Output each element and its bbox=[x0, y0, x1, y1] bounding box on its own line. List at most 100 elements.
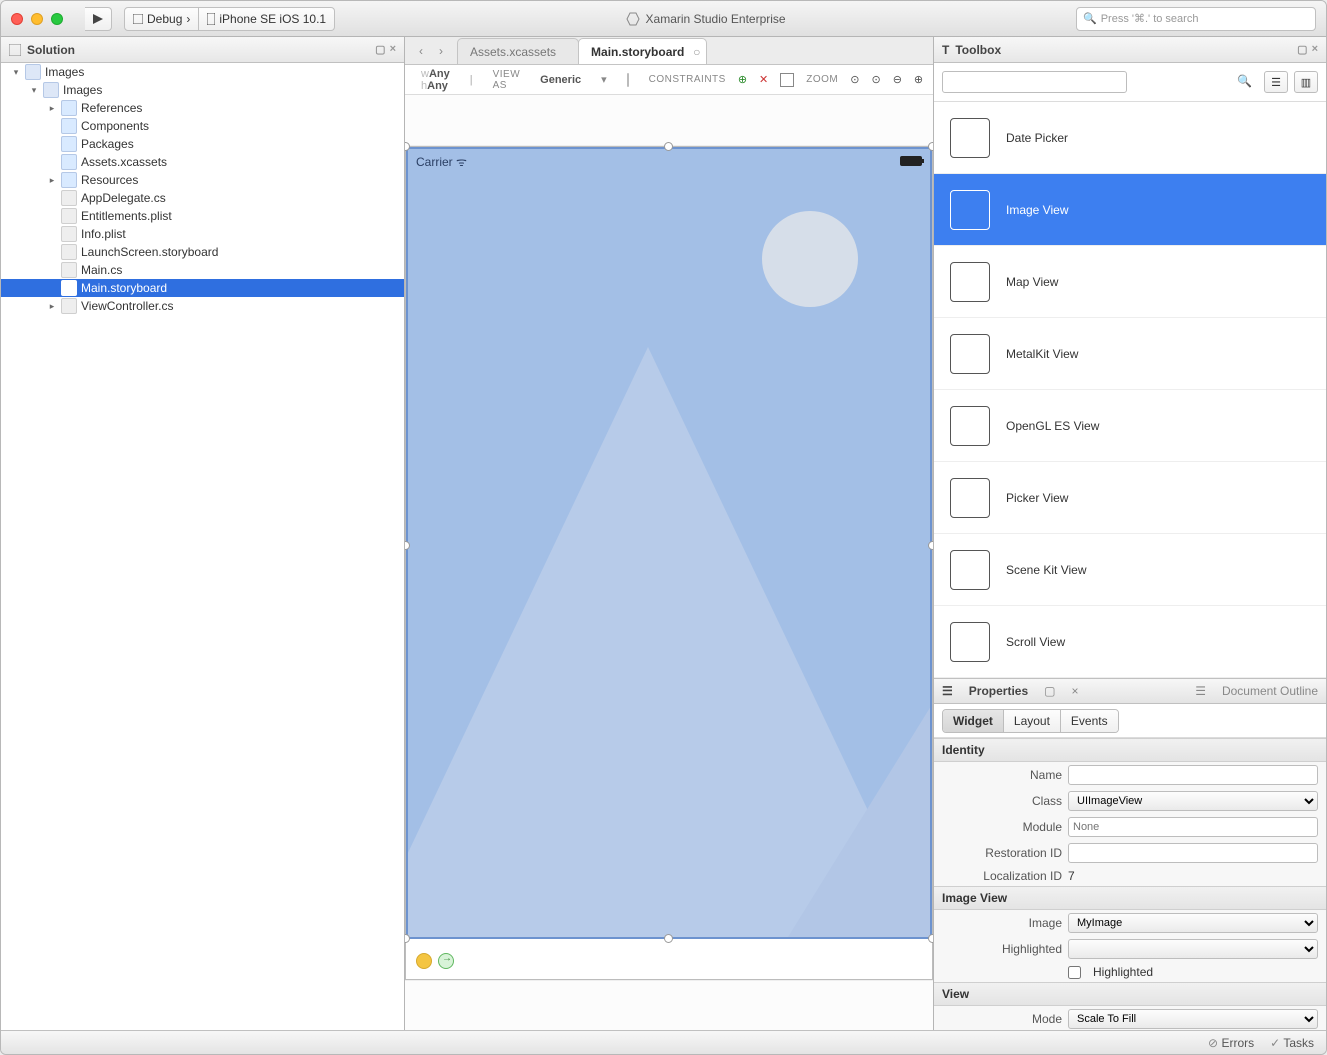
size-class-label[interactable]: wAny hAny bbox=[421, 68, 450, 92]
solution-icon bbox=[9, 44, 21, 56]
toolbox-header: T Toolbox ▢ × bbox=[934, 37, 1326, 63]
tree-item[interactable]: Components bbox=[1, 117, 404, 135]
tree-item[interactable]: LaunchScreen.storyboard bbox=[1, 243, 404, 261]
toolbox-item[interactable]: OpenGL ES View bbox=[934, 390, 1326, 462]
tree-item[interactable]: ▸References bbox=[1, 99, 404, 117]
toolbox-item[interactable]: Scroll View bbox=[934, 606, 1326, 678]
window-icon bbox=[133, 14, 143, 24]
module-input[interactable] bbox=[1068, 817, 1318, 837]
restoration-id-input[interactable] bbox=[1068, 843, 1318, 863]
image-view-widget[interactable]: Carrier ᯤ bbox=[406, 147, 932, 939]
exit-segue-icon[interactable] bbox=[438, 953, 454, 969]
pad-close-button[interactable]: × bbox=[1071, 684, 1078, 698]
toolbox-item[interactable]: Scene Kit View bbox=[934, 534, 1326, 606]
toolbox-item[interactable]: Picker View bbox=[934, 462, 1326, 534]
toolbox-search-input[interactable] bbox=[942, 71, 1127, 93]
minimize-window-button[interactable] bbox=[31, 13, 43, 25]
zoom-label: ZOOM bbox=[806, 74, 838, 85]
chevron-down-icon: ▾ bbox=[601, 73, 607, 86]
pad-close-button[interactable]: × bbox=[390, 43, 396, 56]
tree-item[interactable]: Main.storyboard bbox=[1, 279, 404, 297]
view-as-selector[interactable]: Generic bbox=[540, 74, 581, 86]
tree-item[interactable]: Main.cs bbox=[1, 261, 404, 279]
highlighted-checkbox[interactable] bbox=[1068, 966, 1081, 979]
mode-select[interactable]: Scale To Fill bbox=[1068, 1009, 1318, 1029]
view-controller-icon[interactable] bbox=[416, 953, 432, 969]
editor-tab[interactable]: Main.storyboard○ bbox=[578, 38, 707, 64]
properties-icon: ☰ bbox=[942, 684, 953, 698]
designer-canvas[interactable]: Carrier ᯤ bbox=[405, 95, 933, 1030]
tree-item[interactable]: Entitlements.plist bbox=[1, 207, 404, 225]
properties-tab-widget[interactable]: Widget bbox=[943, 710, 1003, 732]
pad-autohide-button[interactable]: ▢ bbox=[375, 43, 385, 56]
placeholder-moon bbox=[762, 211, 858, 307]
tree-item[interactable]: ▾Images bbox=[1, 63, 404, 81]
errors-pad-button[interactable]: ⊘ Errors bbox=[1208, 1036, 1254, 1050]
close-window-button[interactable] bbox=[11, 13, 23, 25]
tree-item[interactable]: Info.plist bbox=[1, 225, 404, 243]
status-bar-bottom: ⊘ Errors ✓ Tasks bbox=[1, 1030, 1326, 1054]
metal-icon bbox=[950, 334, 990, 374]
localization-id-value: 7 bbox=[1068, 869, 1318, 883]
editor-tab[interactable]: Assets.xcassets bbox=[457, 38, 579, 64]
opengl-icon bbox=[950, 406, 990, 446]
tree-item[interactable]: Assets.xcassets bbox=[1, 153, 404, 171]
clear-constraints-button[interactable]: ✕ bbox=[759, 73, 768, 86]
class-select[interactable]: UIImageView bbox=[1068, 791, 1318, 811]
editor-area: ‹ › Assets.xcassetsMain.storyboard○ wAny… bbox=[405, 37, 934, 1030]
zoom-out-button[interactable]: ⊖ bbox=[893, 73, 902, 86]
scene-dock[interactable] bbox=[416, 953, 454, 969]
tree-item[interactable]: ▾Images bbox=[1, 81, 404, 99]
image-icon bbox=[950, 190, 990, 230]
highlighted-select[interactable] bbox=[1068, 939, 1318, 959]
pad-autohide-button[interactable]: ▢ bbox=[1297, 43, 1307, 56]
global-search[interactable]: 🔍 Press '⌘.' to search bbox=[1076, 7, 1316, 31]
document-outline-tab[interactable]: Document Outline bbox=[1222, 684, 1318, 698]
nav-back-button[interactable]: ‹ bbox=[411, 41, 431, 61]
properties-tab-layout[interactable]: Layout bbox=[1003, 710, 1060, 732]
view-controller-scene[interactable]: Carrier ᯤ bbox=[405, 146, 933, 980]
run-config-selector[interactable]: Debug › bbox=[124, 7, 199, 31]
zoom-in-button[interactable]: ⊕ bbox=[914, 73, 923, 86]
play-button[interactable] bbox=[85, 7, 112, 31]
toolbox-icon: T bbox=[942, 43, 949, 57]
tree-item[interactable]: ▸ViewController.cs bbox=[1, 297, 404, 315]
pad-autohide-button[interactable]: ▢ bbox=[1044, 684, 1055, 698]
image-select[interactable]: MyImage bbox=[1068, 913, 1318, 933]
add-constraints-button[interactable]: ⊕ bbox=[738, 73, 747, 86]
toolbox-item[interactable]: Date Picker bbox=[934, 102, 1326, 174]
name-input[interactable] bbox=[1068, 765, 1318, 785]
tree-item[interactable]: ▸Resources bbox=[1, 171, 404, 189]
status-bar: Carrier ᯤ bbox=[416, 153, 922, 170]
toolbox-item[interactable]: Map View bbox=[934, 246, 1326, 318]
device-selector[interactable]: iPhone SE iOS 10.1 bbox=[199, 7, 335, 31]
play-icon bbox=[93, 14, 103, 24]
toolbox-compact-button[interactable]: ☰ bbox=[1264, 71, 1288, 93]
tree-item[interactable]: AppDelegate.cs bbox=[1, 189, 404, 207]
tasks-pad-button[interactable]: ✓ Tasks bbox=[1270, 1036, 1314, 1050]
window-controls bbox=[11, 13, 63, 25]
window-title: Xamarin Studio Enterprise bbox=[347, 12, 1064, 26]
date-icon bbox=[950, 118, 990, 158]
tree-item[interactable]: Packages bbox=[1, 135, 404, 153]
outline-icon: ☰ bbox=[1195, 684, 1206, 698]
zoom-fit-button[interactable]: ⊙ bbox=[850, 73, 859, 86]
nav-forward-button[interactable]: › bbox=[431, 41, 451, 61]
placeholder-mountains bbox=[408, 347, 930, 937]
toolbox-item[interactable]: MetalKit View bbox=[934, 318, 1326, 390]
toolbox-category-button[interactable]: ▥ bbox=[1294, 71, 1318, 93]
orientation-toggle[interactable] bbox=[627, 73, 629, 87]
toolbox-list[interactable]: Date PickerImage ViewMap ViewMetalKit Vi… bbox=[934, 102, 1326, 678]
properties-tab-events[interactable]: Events bbox=[1060, 710, 1118, 732]
solution-tree[interactable]: ▾Images▾Images▸ReferencesComponentsPacka… bbox=[1, 63, 404, 1030]
close-tab-icon[interactable]: ○ bbox=[693, 45, 700, 59]
zoom-actual-button[interactable]: ⊙ bbox=[871, 73, 880, 86]
frame-mode-button[interactable] bbox=[780, 73, 794, 87]
picker-icon bbox=[950, 478, 990, 518]
app-window: Debug › iPhone SE iOS 10.1 Xamarin Studi… bbox=[0, 0, 1327, 1055]
pad-close-button[interactable]: × bbox=[1312, 43, 1318, 56]
zoom-window-button[interactable] bbox=[51, 13, 63, 25]
wifi-icon: ᯤ bbox=[456, 155, 467, 169]
toolbox-item[interactable]: Image View bbox=[934, 174, 1326, 246]
view-as-label: VIEW AS bbox=[493, 69, 521, 91]
